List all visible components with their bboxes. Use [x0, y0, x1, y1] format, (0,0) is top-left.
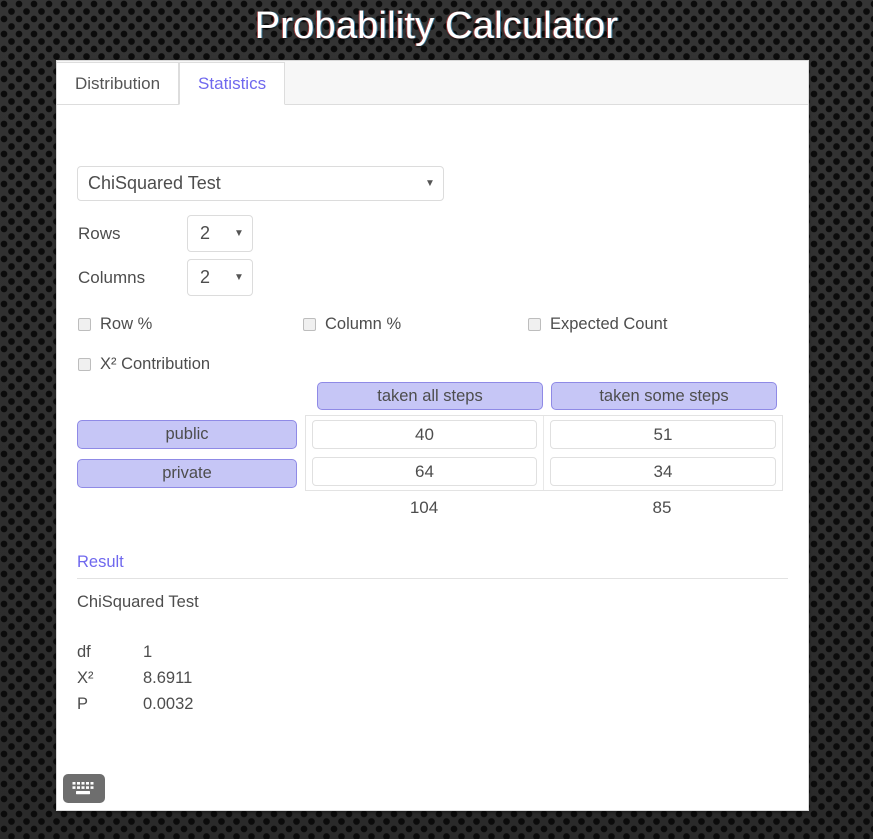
result-key-df: df	[77, 642, 91, 661]
column-header-taken-all-steps-label: taken all steps	[377, 386, 483, 405]
checkbox-icon[interactable]	[303, 318, 316, 331]
crosstab-cell	[544, 453, 782, 490]
result-row-df: df 1	[77, 639, 788, 665]
checkbox-icon[interactable]	[528, 318, 541, 331]
cell-input-public-some[interactable]	[550, 420, 776, 449]
rows-label: Rows	[78, 224, 121, 243]
result-test-name: ChiSquared Test	[77, 593, 199, 611]
test-type-value: ChiSquared Test	[88, 173, 221, 193]
rows-select[interactable]: 2 ▼	[187, 215, 253, 252]
crosstab-cell	[306, 416, 544, 453]
crosstab-corner-spacer	[77, 382, 305, 418]
result-key-chisq: X²	[77, 668, 94, 687]
crosstab-row-header-cell: private	[77, 457, 305, 490]
cell-input-private-some[interactable]	[550, 457, 776, 486]
crosstab-cell	[306, 453, 544, 490]
row-header-private[interactable]: private	[77, 459, 297, 488]
crosstab-data-columns: taken all steps taken some steps 40 51 6…	[305, 382, 783, 518]
columns-select[interactable]: 2 ▼	[187, 259, 253, 296]
row-header-public[interactable]: public	[77, 420, 297, 449]
columns-label: Columns	[78, 268, 146, 287]
checkbox-icon[interactable]	[78, 318, 91, 331]
checkbox-chi-contribution[interactable]: X² Contribution	[78, 355, 210, 374]
chevron-down-icon: ▼	[425, 178, 435, 189]
crosstab-column-headers: taken all steps taken some steps	[317, 382, 783, 410]
row-header-public-label: public	[165, 425, 209, 444]
crosstab-column-totals: 104 85	[305, 491, 783, 518]
table-row	[306, 416, 782, 453]
tab-statistics[interactable]: Statistics	[179, 62, 286, 105]
statistics-panel: ChiSquared Test ▼ Rows 2 ▼ Columns 2 ▼ R…	[57, 105, 808, 810]
crosstab-row-header-cell: public	[77, 418, 305, 451]
keyboard-toggle-button[interactable]	[63, 774, 105, 803]
result-value-df: 1	[143, 642, 153, 661]
page-title: Probability Calculator	[254, 5, 619, 47]
cell-input-public-all[interactable]	[312, 420, 537, 449]
checkbox-icon[interactable]	[78, 358, 91, 371]
tab-distribution-label: Distribution	[75, 73, 161, 93]
test-type-select[interactable]: ChiSquared Test ▼	[77, 166, 444, 201]
checkbox-column-percent[interactable]: Column %	[303, 315, 401, 334]
crosstab-cells	[305, 415, 783, 491]
result-value-p: 0.0032	[143, 694, 194, 713]
checkbox-row-percent-label: Row %	[100, 315, 153, 333]
result-value-chisq: 8.6911	[143, 668, 193, 687]
chevron-down-icon: ▼	[234, 272, 244, 283]
result-values-table: df 1 X² 8.6911 P 0.0032	[77, 639, 788, 717]
calculator-panel: Distribution Statistics ChiSquared Test …	[56, 60, 809, 811]
column-header-taken-some-steps[interactable]: taken some steps	[551, 382, 777, 410]
column-header-taken-some-steps-label: taken some steps	[599, 386, 729, 405]
result-section: Result ChiSquared Test df 1 X² 8.6911 P …	[77, 553, 788, 717]
column-header-taken-all-steps[interactable]: taken all steps	[317, 382, 543, 410]
result-heading: Result	[77, 553, 124, 571]
tab-bar: Distribution Statistics	[57, 61, 808, 105]
checkbox-expected-count[interactable]: Expected Count	[528, 315, 667, 334]
column-total-taken-some-steps: 85	[652, 498, 672, 517]
checkbox-chi-contribution-label: X² Contribution	[100, 355, 211, 373]
result-key-p: P	[77, 694, 89, 713]
checkbox-expected-count-label: Expected Count	[550, 315, 668, 333]
tab-distribution[interactable]: Distribution	[57, 62, 180, 105]
keyboard-icon	[72, 782, 94, 795]
checkbox-row-percent[interactable]: Row %	[78, 315, 152, 334]
column-total-taken-all-steps: 104	[409, 498, 439, 517]
crosstab: public private taken all steps taken som…	[77, 382, 783, 518]
chevron-down-icon: ▼	[234, 228, 244, 239]
rows-value: 2	[200, 223, 211, 243]
row-header-private-label: private	[162, 464, 212, 483]
columns-value: 2	[200, 267, 211, 287]
tab-statistics-label: Statistics	[198, 73, 267, 93]
result-row-chisq: X² 8.6911	[77, 665, 788, 691]
result-row-p: P 0.0032	[77, 691, 788, 717]
crosstab-cell	[544, 416, 782, 453]
cell-input-private-all[interactable]	[312, 457, 537, 486]
table-row	[306, 453, 782, 490]
crosstab-row-label-column: public private	[77, 382, 305, 518]
checkbox-column-percent-label: Column %	[325, 315, 402, 333]
